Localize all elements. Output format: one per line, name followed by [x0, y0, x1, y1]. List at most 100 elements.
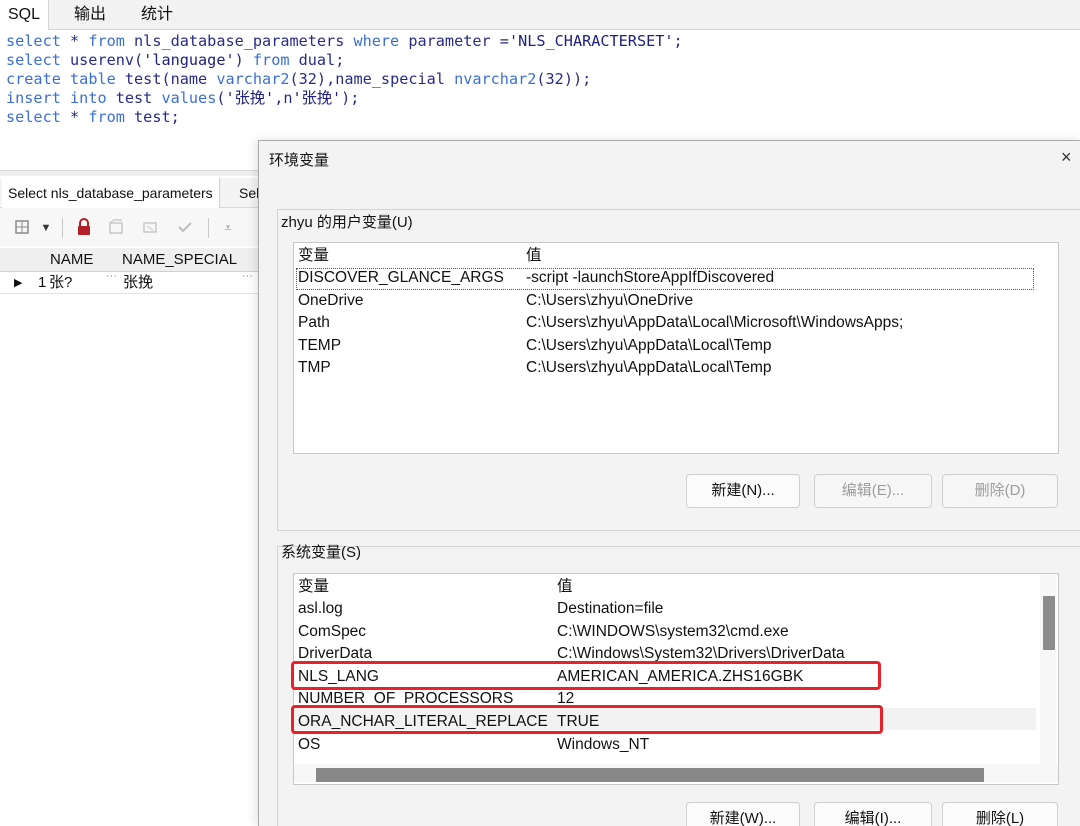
variable-value: C:\Users\zhyu\AppData\Local\Microsoft\Wi… — [526, 314, 904, 332]
horizontal-scrollbar[interactable] — [294, 764, 1058, 782]
column-header-name[interactable]: NAME — [50, 248, 120, 272]
table-row[interactable]: ▶ 1 张? ··· 张挽 ··· — [0, 270, 260, 295]
sql-text: (32),name_special — [289, 70, 455, 88]
sql-text: parameter = — [399, 32, 509, 50]
sql-text: test — [106, 89, 162, 107]
variable-value: Windows_NT — [557, 735, 650, 753]
query-grid-icon[interactable] — [12, 218, 32, 238]
variable-value: C:\Users\zhyu\AppData\Local\Temp — [526, 359, 772, 377]
variable-name: TEMP — [298, 336, 342, 354]
cell-ellipsis[interactable]: ··· — [106, 270, 117, 282]
user-variable-row[interactable]: TEMP C:\Users\zhyu\AppData\Local\Temp — [294, 335, 1034, 357]
cell-name[interactable]: 张? — [49, 271, 72, 295]
sql-text: userenv( — [60, 51, 144, 69]
sql-text: ,n — [274, 89, 293, 107]
user-variable-row[interactable]: OneDrive C:\Users\zhyu\OneDrive — [294, 290, 1034, 312]
sql-text: dual; — [289, 51, 345, 69]
horizontal-scroll-thumb[interactable] — [316, 768, 984, 782]
sql-text: * — [60, 32, 89, 50]
dropdown-arrow-icon[interactable]: ▼ — [36, 218, 56, 238]
sql-string: '张挽' — [292, 89, 342, 107]
system-variables-label: 系统变量(S) — [281, 544, 361, 561]
header-value[interactable]: 值 — [557, 576, 573, 598]
insert-record-icon[interactable] — [106, 218, 126, 238]
system-variable-row[interactable]: OS Windows_NT — [294, 734, 1034, 756]
variable-name: OS — [298, 735, 321, 753]
highlight-box-ora-nchar — [291, 705, 883, 734]
tab-sql[interactable]: SQL — [0, 0, 50, 30]
sql-keyword: select — [6, 32, 61, 50]
system-variable-row[interactable]: asl.log Destination=file — [294, 598, 1034, 620]
user-edit-button[interactable]: 编辑(E)... — [814, 474, 932, 508]
header-variable[interactable]: 变量 — [298, 576, 329, 598]
close-icon[interactable]: × — [1061, 147, 1072, 168]
app-root: SQL 输出 统计 select * from nls_database_par… — [0, 0, 1080, 826]
user-new-button[interactable]: 新建(N)... — [686, 474, 800, 508]
user-variables-list[interactable]: 变量 值 DISCOVER_GLANCE_ARGS -script -launch… — [293, 242, 1059, 454]
sql-string: '张挽' — [225, 89, 275, 107]
sql-keyword: select — [6, 51, 61, 69]
sql-keyword: where — [353, 32, 400, 50]
sql-text: ; — [673, 32, 683, 50]
variable-value: Destination=file — [557, 600, 664, 617]
sql-text: * — [60, 108, 89, 126]
result-grid: NAME NAME_SPECIAL ▶ 1 张? ··· 张挽 ··· — [0, 248, 260, 296]
header-value[interactable]: 值 — [526, 245, 542, 267]
sql-line[interactable]: select userenv('language') from dual; — [6, 51, 344, 70]
toolbar-separator — [62, 218, 63, 238]
sql-line[interactable]: insert into test values('张挽',n'张挽'); — [6, 89, 359, 108]
sql-line[interactable]: select * from test; — [6, 108, 180, 127]
tab-output[interactable]: 输出 — [66, 0, 114, 30]
variable-value: C:\WINDOWS\system32\cmd.exe — [557, 622, 789, 640]
editor-splitter[interactable] — [0, 170, 260, 176]
header-variable[interactable]: 变量 — [298, 245, 329, 267]
delete-record-icon[interactable] — [140, 218, 160, 238]
sql-keyword: from — [252, 51, 290, 69]
user-delete-button[interactable]: 删除(D) — [942, 474, 1058, 508]
variable-name: TMP — [298, 359, 331, 377]
variable-name: Path — [298, 314, 330, 332]
tab-statistics[interactable]: 统计 — [133, 0, 181, 30]
filter-icon[interactable]: ⩡ — [218, 218, 238, 238]
sql-text: test; — [124, 108, 180, 126]
post-record-icon[interactable] — [175, 218, 195, 238]
sql-line[interactable]: create table test(name varchar2(32),name… — [6, 70, 591, 89]
variable-value: -script -launchStoreAppIfDiscovered — [526, 269, 775, 286]
highlight-box-nls-lang — [291, 661, 881, 690]
sql-line[interactable]: select * from nls_database_parameters wh… — [6, 32, 683, 51]
sql-keyword: insert — [6, 89, 61, 107]
sql-text: test(name — [115, 70, 217, 88]
vertical-scroll-thumb[interactable] — [1043, 596, 1055, 650]
variable-name: OneDrive — [298, 291, 364, 309]
user-variable-row[interactable]: DISCOVER_GLANCE_ARGS -script -launchStore… — [294, 267, 1034, 289]
sql-text: ); — [341, 89, 360, 107]
row-number: 1 — [38, 274, 47, 291]
result-toolbar: ▼ ⩡ — [0, 208, 260, 246]
sql-keyword: table — [70, 70, 116, 88]
variable-name: DISCOVER_GLANCE_ARGS — [298, 269, 504, 286]
sql-keyword: select — [6, 108, 61, 126]
editor-tabbar: SQL 输出 统计 — [0, 0, 1080, 30]
system-delete-button[interactable]: 删除(L) — [942, 802, 1058, 826]
variable-name: asl.log — [298, 600, 343, 617]
system-edit-button[interactable]: 编辑(I)... — [814, 802, 932, 826]
grid-header: NAME NAME_SPECIAL — [0, 248, 260, 272]
system-new-button[interactable]: 新建(W)... — [686, 802, 800, 826]
sql-string: 'language' — [143, 51, 235, 69]
cell-ellipsis[interactable]: ··· — [242, 270, 253, 282]
row-indicator-icon: ▶ — [14, 277, 23, 289]
system-variable-row[interactable]: ComSpec C:\WINDOWS\system32\cmd.exe — [294, 621, 1034, 643]
result-tab-1[interactable]: Select nls_database_parameters — [2, 178, 220, 208]
lock-icon[interactable] — [74, 218, 94, 238]
sql-text: ) — [234, 51, 253, 69]
sql-text: (32)); — [536, 70, 592, 88]
vertical-scrollbar[interactable] — [1040, 574, 1056, 764]
list-header: 变量 值 — [294, 245, 1058, 267]
cell-name-special[interactable]: 张挽 — [123, 271, 153, 295]
result-tabbar: Select nls_database_parameters Sel — [0, 178, 260, 208]
user-variable-row[interactable]: TMP C:\Users\zhyu\AppData\Local\Temp — [294, 357, 1034, 379]
sql-keyword: varchar2 — [216, 70, 290, 88]
user-variable-row[interactable]: Path C:\Users\zhyu\AppData\Local\Microsof… — [294, 312, 1034, 334]
column-header-name-special[interactable]: NAME_SPECIAL — [122, 248, 258, 272]
